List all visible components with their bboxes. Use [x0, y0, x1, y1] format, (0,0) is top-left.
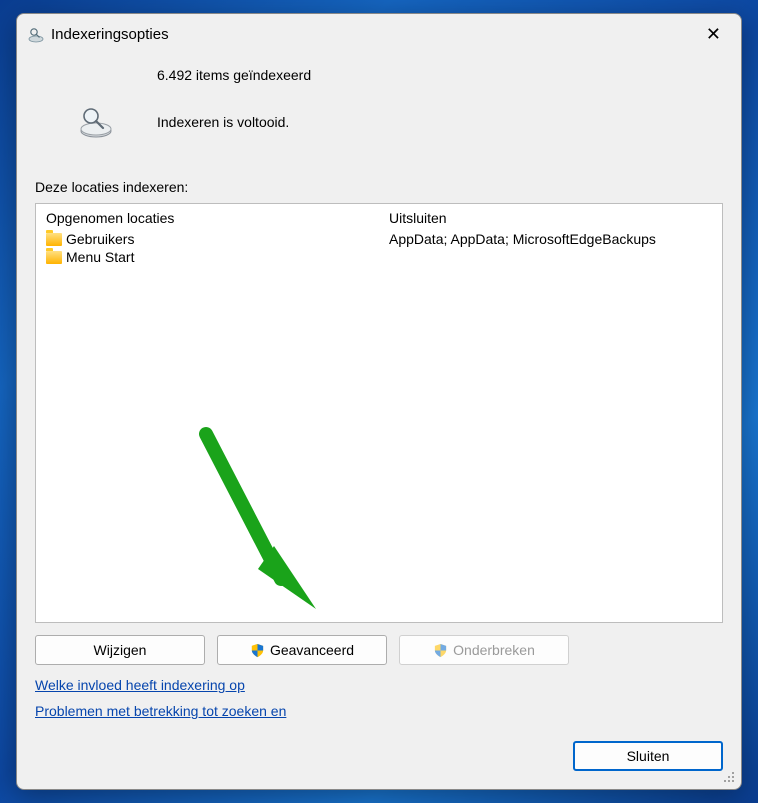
close-button[interactable]: Sluiten: [573, 741, 723, 771]
location-name: Menu Start: [66, 249, 134, 265]
folder-icon: [46, 233, 62, 246]
indexing-options-dialog: Indexeringsopties ✕ 6.492 items geïndexe…: [16, 13, 742, 790]
button-label: Wijzigen: [94, 642, 147, 658]
button-label: Geavanceerd: [270, 642, 354, 658]
window-title: Indexeringsopties: [51, 26, 169, 43]
locations-label: Deze locaties indexeren:: [17, 179, 741, 203]
advanced-button[interactable]: Geavanceerd: [217, 635, 387, 665]
status-area: 6.492 items geïndexeerd Indexeren is vol…: [17, 53, 741, 179]
dialog-footer: Sluiten: [17, 735, 741, 789]
indexing-influence-link[interactable]: Welke invloed heeft indexering op: [35, 677, 723, 693]
resize-grip-icon[interactable]: [723, 771, 737, 785]
indexed-count: 6.492 items geïndexeerd: [157, 67, 723, 83]
magnifier-disk-icon: [76, 105, 116, 139]
uac-shield-icon: [250, 643, 265, 658]
folder-icon: [46, 251, 62, 264]
close-icon[interactable]: ✕: [700, 22, 727, 47]
help-links: Welke invloed heeft indexering op Proble…: [17, 673, 741, 735]
titlebar: Indexeringsopties ✕: [17, 14, 741, 53]
list-item[interactable]: Menu Start: [46, 248, 369, 266]
location-name: Gebruikers: [66, 231, 134, 247]
excluded-header: Uitsluiten: [389, 210, 712, 226]
button-label: Onderbreken: [453, 642, 535, 658]
button-label: Sluiten: [627, 748, 670, 764]
indexing-complete-text: Indexeren is voltooid.: [157, 114, 723, 130]
uac-shield-icon: [433, 643, 448, 658]
list-item[interactable]: Gebruikers: [46, 230, 369, 248]
excluded-paths: AppData; AppData; MicrosoftEdgeBackups: [389, 231, 656, 247]
list-item: AppData; AppData; MicrosoftEdgeBackups: [389, 230, 712, 248]
included-header: Opgenomen locaties: [46, 210, 369, 226]
pause-button: Onderbreken: [399, 635, 569, 665]
search-troubleshoot-link[interactable]: Problemen met betrekking tot zoeken en: [35, 703, 723, 719]
modify-button[interactable]: Wijzigen: [35, 635, 205, 665]
locations-list[interactable]: Opgenomen locaties Gebruikers Menu Start…: [35, 203, 723, 623]
indexing-options-icon: [27, 26, 45, 44]
button-row: Wijzigen Geavanceerd: [17, 633, 741, 673]
